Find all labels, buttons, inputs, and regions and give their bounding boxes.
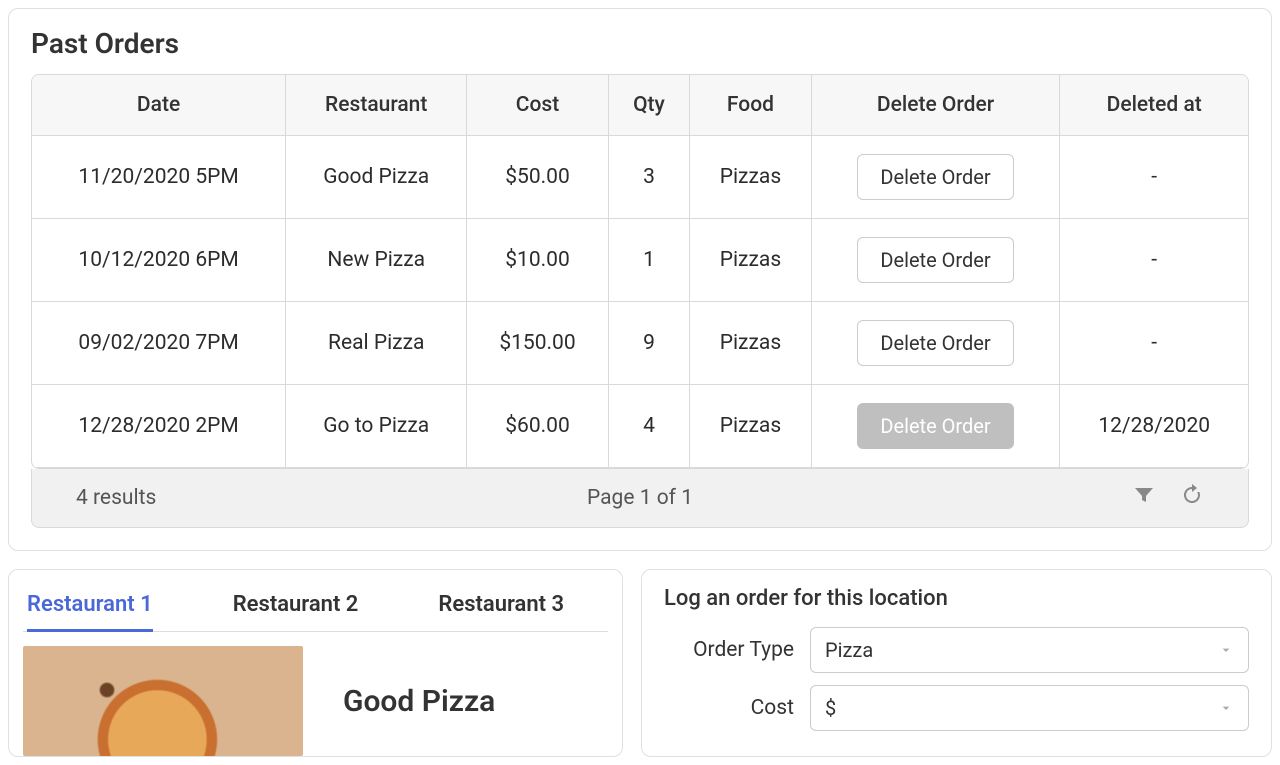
order-type-label: Order Type (664, 638, 794, 662)
log-order-card: Log an order for this location Order Typ… (641, 569, 1272, 757)
cell-delete: Delete Order (812, 136, 1061, 219)
table-row: 11/20/2020 5PMGood Pizza$50.003Pizzas Del… (32, 136, 1248, 219)
delete-order-button: Delete Order (857, 403, 1013, 449)
cell-qty: 4 (609, 385, 691, 468)
tab-restaurant-3[interactable]: Restaurant 3 (438, 586, 564, 631)
cell-deleted-at: - (1060, 136, 1248, 219)
restaurants-card: Restaurant 1 Restaurant 2 Restaurant 3 Goo… (8, 569, 623, 757)
col-delete-order[interactable]: Delete Order (812, 75, 1061, 136)
refresh-icon[interactable] (1180, 483, 1204, 513)
cell-delete: Delete Order (812, 219, 1061, 302)
cell-cost: $10.00 (467, 219, 608, 302)
cell-food: Pizzas (690, 302, 811, 385)
cell-date: 09/02/2020 7PM (32, 302, 286, 385)
cost-label: Cost (664, 696, 794, 720)
cell-qty: 1 (609, 219, 691, 302)
restaurant-name: Good Pizza (343, 684, 495, 719)
cell-cost: $150.00 (467, 302, 608, 385)
cell-deleted-at: 12/28/2020 (1060, 385, 1248, 468)
table-row: 10/12/2020 6PMNew Pizza$10.001Pizzas Dele… (32, 219, 1248, 302)
col-cost[interactable]: Cost (467, 75, 608, 136)
cell-food: Pizzas (690, 219, 811, 302)
orders-table: Date Restaurant Cost Qty Food Delete Ord… (31, 74, 1249, 469)
delete-order-button[interactable]: Delete Order (857, 320, 1013, 366)
table-row: 09/02/2020 7PMReal Pizza$150.009Pizzas De… (32, 302, 1248, 385)
tab-restaurant-2[interactable]: Restaurant 2 (233, 586, 359, 631)
cell-cost: $60.00 (467, 385, 608, 468)
col-qty[interactable]: Qty (609, 75, 691, 136)
cell-date: 11/20/2020 5PM (32, 136, 286, 219)
chevron-down-icon (1218, 642, 1234, 658)
chevron-down-icon (1218, 700, 1234, 716)
delete-order-button[interactable]: Delete Order (857, 237, 1013, 283)
cell-restaurant: New Pizza (286, 219, 467, 302)
restaurant-image (23, 646, 303, 756)
results-count: 4 results (76, 486, 156, 510)
cell-cost: $50.00 (467, 136, 608, 219)
cell-qty: 3 (609, 136, 691, 219)
order-type-value: Pizza (825, 638, 873, 662)
filter-icon[interactable] (1132, 483, 1156, 513)
delete-order-button[interactable]: Delete Order (857, 154, 1013, 200)
cell-food: Pizzas (690, 385, 811, 468)
col-food[interactable]: Food (690, 75, 811, 136)
col-deleted-at[interactable]: Deleted at (1060, 75, 1248, 136)
cell-delete: Delete Order (812, 385, 1061, 468)
cell-qty: 9 (609, 302, 691, 385)
table-footer: 4 results Page 1 of 1 (31, 469, 1249, 528)
cell-delete: Delete Order (812, 302, 1061, 385)
table-row: 12/28/2020 2PMGo to Pizza$60.004Pizzas De… (32, 385, 1248, 468)
page-indicator: Page 1 of 1 (587, 486, 693, 510)
cell-date: 10/12/2020 6PM (32, 219, 286, 302)
cell-restaurant: Real Pizza (286, 302, 467, 385)
cost-select[interactable]: $ (810, 685, 1249, 731)
cell-deleted-at: - (1060, 219, 1248, 302)
cell-restaurant: Go to Pizza (286, 385, 467, 468)
order-type-select[interactable]: Pizza (810, 627, 1249, 673)
cell-restaurant: Good Pizza (286, 136, 467, 219)
cell-date: 12/28/2020 2PM (32, 385, 286, 468)
col-restaurant[interactable]: Restaurant (286, 75, 467, 136)
cost-value: $ (825, 696, 836, 720)
cell-food: Pizzas (690, 136, 811, 219)
restaurant-tabs: Restaurant 1 Restaurant 2 Restaurant 3 (23, 586, 608, 632)
past-orders-card: Past Orders Date Restaurant Cost Qty Foo… (8, 8, 1272, 551)
cell-deleted-at: - (1060, 302, 1248, 385)
log-order-title: Log an order for this location (664, 586, 1249, 611)
col-date[interactable]: Date (32, 75, 286, 136)
past-orders-title: Past Orders (31, 27, 1249, 60)
tab-restaurant-1[interactable]: Restaurant 1 (27, 586, 153, 631)
